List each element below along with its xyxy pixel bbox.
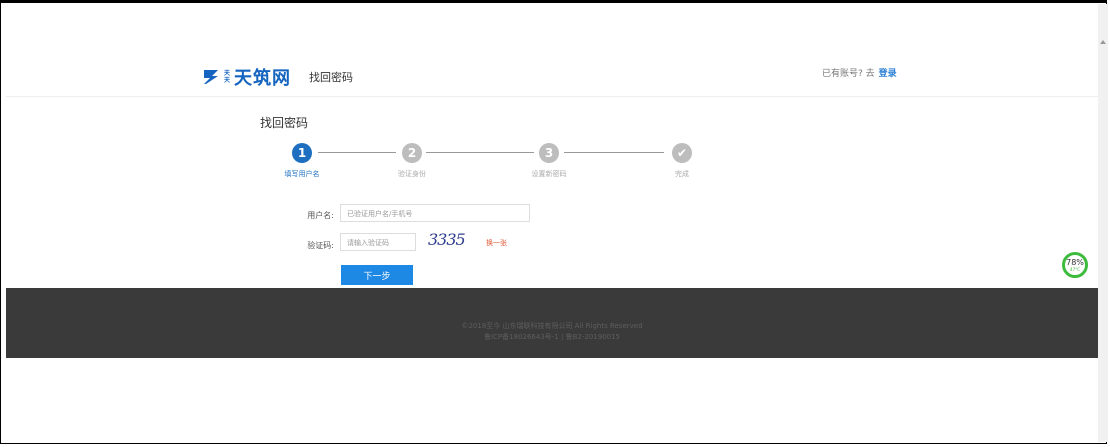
header-subtitle: 找回密码 xyxy=(309,71,354,84)
account-prompt-text: 已有账号? 去 xyxy=(822,69,875,79)
refresh-captcha-link[interactable]: 换一张 xyxy=(486,238,507,248)
step-1-label: 填写用户名 xyxy=(284,170,320,178)
header: 天 天 天筑网 找回密码 已有账号? 去登录 xyxy=(6,6,1098,97)
step-2-circle: 2 xyxy=(402,143,422,163)
progress-steps: 1 填写用户名 2 验证身份 3 设置新密码 ✔ 完成 xyxy=(268,143,708,183)
footer: ©2018至今 山东瑞联科技有限公司 All Rights Reserved 鲁… xyxy=(6,288,1098,358)
check-icon: ✔ xyxy=(672,143,692,163)
login-link[interactable]: 登录 xyxy=(879,69,897,79)
footer-icp: 鲁ICP备18026643号-1 | 鲁B2-20190015 xyxy=(483,333,620,341)
username-input[interactable]: 已验证用户名/手机号 xyxy=(340,204,530,222)
temperature: 47°C xyxy=(1070,266,1080,272)
page: 天 天 天筑网 找回密码 已有账号? 去登录 找回密码 1 填写用户名 2 验证… xyxy=(6,6,1098,441)
step-1: 1 填写用户名 xyxy=(262,143,342,179)
captcha-text: 3335 xyxy=(428,230,466,249)
system-monitor-widget[interactable]: 78% 47°C xyxy=(1062,252,1088,278)
captcha-image[interactable]: 3335 xyxy=(428,230,468,250)
captcha-label: 验证码: xyxy=(307,241,334,250)
cpu-percent: 78% xyxy=(1066,257,1084,267)
next-step-button[interactable]: 下一步 xyxy=(341,265,413,285)
scroll-up-arrow-icon[interactable] xyxy=(1100,40,1106,44)
vertical-scrollbar[interactable] xyxy=(1098,4,1108,442)
logo-text: 天筑网 xyxy=(234,68,292,89)
logo-small-text: 天 天 xyxy=(224,70,231,84)
step-3-label: 设置新密码 xyxy=(531,170,567,178)
page-title: 找回密码 xyxy=(260,116,309,130)
username-label: 用户名: xyxy=(307,211,334,220)
logo-z-icon xyxy=(202,68,220,86)
step-2: 2 验证身份 xyxy=(372,143,452,179)
step-3-circle: 3 xyxy=(539,143,559,163)
step-4: ✔ 完成 xyxy=(642,143,722,179)
step-2-label: 验证身份 xyxy=(398,170,426,178)
footer-copyright: ©2018至今 山东瑞联科技有限公司 All Rights Reserved xyxy=(461,322,643,330)
logo[interactable]: 天 天 天筑网 找回密码 xyxy=(202,64,353,90)
step-4-label: 完成 xyxy=(675,170,689,178)
step-1-circle: 1 xyxy=(292,143,312,163)
step-3: 3 设置新密码 xyxy=(509,143,589,179)
account-prompt: 已有账号? 去登录 xyxy=(822,66,897,79)
captcha-input[interactable]: 请输入验证码 xyxy=(340,233,416,251)
